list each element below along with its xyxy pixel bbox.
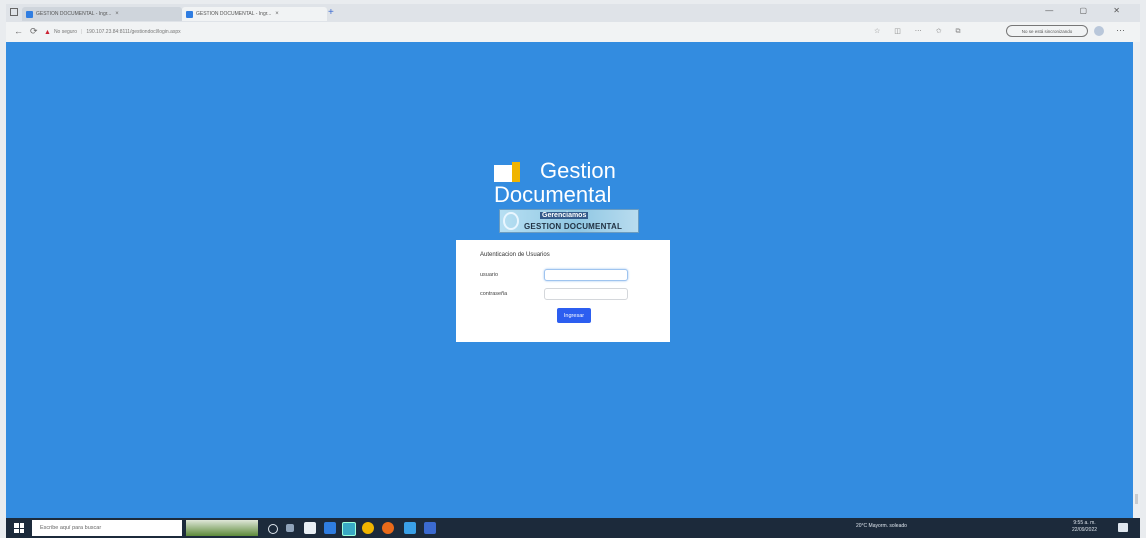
close-tab-icon[interactable]: × — [275, 11, 279, 17]
edge-icon[interactable] — [342, 522, 356, 536]
toolbar-icons[interactable]: ☆ ◫ ⋯ ✩ ⧉ — [874, 27, 967, 36]
favicon-icon — [186, 10, 193, 18]
url-text: 190.107.23.84:8111/gestiondocl/login.asp… — [86, 29, 181, 35]
cortana-icon[interactable] — [268, 524, 278, 534]
clock-date: 22/09/2022 — [1072, 527, 1098, 533]
login-button[interactable]: Ingresar — [557, 308, 591, 323]
banner-top-text: Gerenciamos — [540, 212, 589, 219]
window-menu-icon[interactable] — [10, 8, 18, 16]
windows-taskbar: Escribe aquí para buscar 20°C Mayorm. so… — [6, 518, 1140, 538]
notification-icon[interactable] — [1118, 523, 1128, 532]
refresh-icon[interactable]: ⟳ — [30, 26, 38, 37]
address-bar[interactable]: ▲ No seguro | 190.107.23.84:8111/gestion… — [44, 25, 344, 39]
tab-strip: GESTION DOCUMENTAL - Ingr... × GESTION D… — [6, 4, 1140, 22]
app-icon[interactable] — [404, 522, 416, 534]
tab-label: GESTION DOCUMENTAL - Ingr... — [36, 11, 112, 17]
chrome-icon[interactable] — [362, 522, 374, 534]
store-icon[interactable] — [324, 522, 336, 534]
security-label: No seguro — [53, 29, 78, 35]
scrollbar[interactable] — [1133, 42, 1140, 518]
file-explorer-icon[interactable] — [304, 522, 316, 534]
app-logo: Gestion Documental — [494, 159, 644, 211]
swirl-logo-icon — [503, 212, 519, 230]
firefox-icon[interactable] — [382, 522, 394, 534]
address-toolbar: ← ⟳ ▲ No seguro | 190.107.23.84:8111/ges… — [6, 22, 1140, 42]
taskbar-search[interactable]: Escribe aquí para buscar — [32, 520, 182, 536]
profile-avatar[interactable] — [1094, 26, 1104, 36]
browser-window: GESTION DOCUMENTAL - Ingr... × GESTION D… — [6, 4, 1140, 518]
user-label: usuario — [480, 272, 499, 278]
login-title: Autenticacion de Usuarios — [480, 252, 550, 258]
password-input[interactable] — [544, 288, 628, 300]
search-highlight-image — [186, 520, 258, 536]
weather-tray[interactable]: 20°C Mayorm. soleado — [856, 523, 907, 529]
windows-start-icon[interactable] — [14, 523, 24, 533]
cube-logo-icon — [494, 162, 520, 182]
mail-icon[interactable] — [424, 522, 436, 534]
back-icon[interactable]: ← — [14, 26, 23, 36]
user-input[interactable] — [544, 269, 628, 281]
password-label: contraseña — [480, 291, 508, 297]
logo-text-line2: Documental — [494, 182, 612, 207]
sync-button[interactable]: No se está sincronizando — [1006, 25, 1088, 37]
banner-bottom-text: GESTION DOCUMENTAL — [524, 222, 623, 231]
window-controls[interactable]: — ▢ ✕ — [1045, 6, 1132, 15]
warning-icon: ▲ — [44, 28, 51, 36]
login-card: Autenticacion de Usuarios usuario contra… — [456, 240, 670, 342]
new-tab-button[interactable]: + — [328, 8, 334, 18]
task-view-icon[interactable] — [286, 524, 294, 532]
more-icon[interactable]: ··· — [1116, 25, 1125, 35]
clock-time: 9:55 a. m. — [1073, 520, 1096, 526]
tab-gestion-1[interactable]: GESTION DOCUMENTAL - Ingr... × — [22, 7, 182, 21]
company-banner: Gerenciamos GESTION DOCUMENTAL — [499, 209, 639, 233]
favicon-icon — [26, 10, 33, 18]
tab-gestion-2[interactable]: GESTION DOCUMENTAL - Ingr... × — [182, 7, 327, 21]
logo-text-line1: Gestion — [540, 158, 616, 183]
close-tab-icon[interactable]: × — [115, 11, 119, 17]
clock[interactable]: 9:55 a. m. 22/09/2022 — [1072, 520, 1097, 534]
tab-label: GESTION DOCUMENTAL - Ingr... — [196, 11, 272, 17]
page-viewport: Gestion Documental Gerenciamos GESTION D… — [6, 42, 1133, 518]
